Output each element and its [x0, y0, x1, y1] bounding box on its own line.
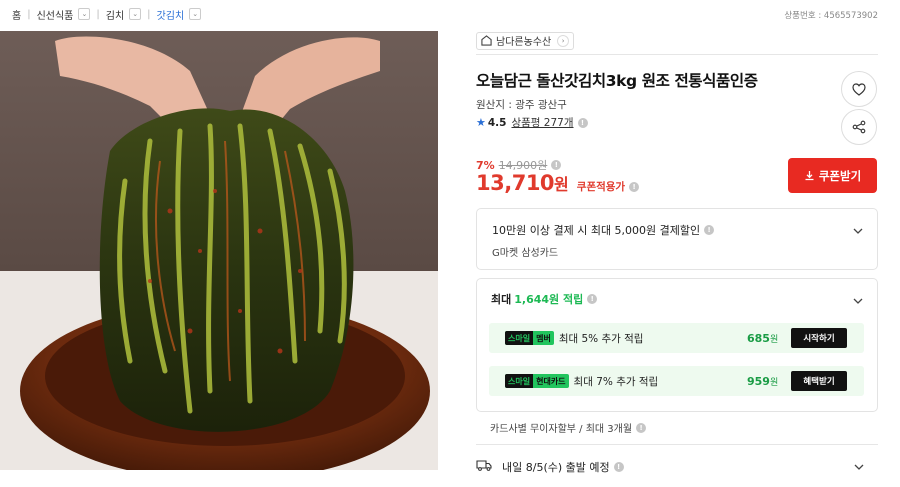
installment-info: 카드사별 무이자할부 / 최대 3개월 ! [490, 420, 647, 435]
divider [476, 444, 878, 445]
breadcrumb-separator: | [147, 8, 151, 20]
share-icon [852, 120, 866, 134]
smile-member-badge: 스마일 멤버 [505, 331, 554, 345]
seller-store-link[interactable]: 남다른농수산 › [476, 31, 575, 50]
coupon-price-label: 쿠폰적용가 [576, 181, 626, 193]
product-number: 상품번호 : 4565573902 [784, 11, 878, 21]
breadcrumb-gat-kimchi-label[interactable]: 갓김치 [157, 7, 185, 22]
breadcrumb-gat-kimchi[interactable]: 갓김치 ⌄ [157, 7, 202, 22]
reward-text: 최대 5% 추가 적립 [558, 332, 644, 345]
points-title: 최대 1,644원 적립 ! [491, 291, 598, 307]
product-rating: ★ 4.5 상품평 277개 ! [476, 115, 588, 130]
star-icon: ★ [476, 116, 486, 129]
product-image[interactable] [0, 31, 438, 470]
breadcrumb-separator: | [96, 8, 100, 20]
info-icon[interactable]: ! [551, 160, 562, 170]
card-benefit-card: G마켓 삼성카드 [492, 248, 559, 259]
sale-price: 13,710 [476, 171, 555, 195]
reward-amount: 685원 [747, 332, 778, 345]
breadcrumb-kimchi[interactable]: 김치 ⌄ [106, 7, 142, 22]
discount-rate: 7% [476, 158, 495, 172]
reward-amount-value: 959 [747, 374, 770, 388]
breadcrumb-kimchi-label[interactable]: 김치 [106, 7, 124, 22]
breadcrumb-fresh-food[interactable]: 신선식품 ⌄ [37, 7, 91, 22]
card-benefit-box[interactable]: 10만원 이상 결제 시 최대 5,000원 결제할인! G마켓 삼성카드 [476, 208, 878, 270]
smile-badge-label: 스마일 [505, 331, 534, 345]
smile-card-reward-row: 스마일 현대카드 최대 7% 추가 적립 959원 혜택받기 [489, 366, 864, 396]
get-benefit-button[interactable]: 혜택받기 [791, 371, 847, 391]
chevron-down-icon[interactable] [854, 462, 864, 472]
product-photo [0, 31, 438, 470]
installment-text: 카드사별 무이자할부 / 최대 3개월 [490, 424, 633, 435]
product-origin: 원산지 : 광주 광산구 [476, 99, 567, 111]
member-badge-label: 멤버 [536, 333, 551, 343]
reward-text: 최대 7% 추가 적립 [573, 375, 659, 388]
breadcrumb: 홈 | 신선식품 ⌄ | 김치 ⌄ | 갓김치 ⌄ [12, 6, 202, 22]
share-button[interactable] [841, 109, 877, 145]
info-icon[interactable]: ! [587, 294, 598, 304]
info-icon[interactable]: ! [629, 181, 640, 192]
rating-score: 4.5 [487, 116, 507, 129]
delivery-date: 내일 8/5(수) 출발 예정 [502, 461, 610, 474]
reward-amount-value: 685 [747, 331, 770, 345]
chevron-down-icon[interactable]: ⌄ [189, 8, 202, 20]
sale-price-unit: 원 [554, 175, 569, 194]
card-benefit-headline: 10만원 이상 결제 시 최대 5,000원 결제할인! [492, 222, 715, 238]
chevron-down-icon[interactable] [853, 226, 863, 236]
reward-amount: 959원 [747, 375, 778, 388]
product-info-panel: 남다른농수산 › 오늘담근 돌산갓김치3kg 원조 전통식품인증 원산지 : 광… [476, 31, 878, 474]
info-icon[interactable]: ! [577, 117, 588, 128]
info-icon[interactable]: ! [636, 422, 647, 433]
review-count-link[interactable]: 상품평 277개 [511, 115, 573, 130]
points-benefit-box: 최대 1,644원 적립 ! 스마일 멤버 최대 5% 추가 적립 685원 시작… [476, 278, 878, 412]
breadcrumb-home-label[interactable]: 홈 [12, 7, 21, 22]
truck-icon [476, 460, 492, 471]
card-benefit-text: 10만원 이상 결제 시 최대 5,000원 결제할인 [492, 224, 701, 237]
hyundai-card-badge-label: 현대카드 [536, 376, 566, 386]
smile-card-badge: 스마일 현대카드 [505, 374, 569, 388]
coupon-download-button[interactable]: 쿠폰받기 [788, 158, 877, 193]
info-icon[interactable]: ! [704, 225, 715, 235]
reward-amount-unit: 원 [769, 334, 779, 345]
start-membership-button[interactable]: 시작하기 [791, 328, 847, 348]
smile-member-reward-row: 스마일 멤버 최대 5% 추가 적립 685원 시작하기 [489, 323, 864, 353]
heart-icon [852, 82, 866, 96]
delivery-text: 내일 8/5(수) 출발 예정! [502, 459, 624, 475]
divider [476, 54, 878, 55]
chevron-down-icon[interactable]: ⌄ [78, 8, 91, 20]
breadcrumb-home[interactable]: 홈 [12, 7, 21, 22]
points-prefix: 최대 [491, 293, 512, 306]
price-row: 13,710 원 쿠폰적용가! [476, 171, 640, 195]
breadcrumb-fresh-food-label[interactable]: 신선식품 [37, 7, 74, 22]
seller-name[interactable]: 남다른농수산 [496, 33, 551, 48]
store-icon [481, 35, 492, 46]
wishlist-button[interactable] [841, 71, 877, 107]
chevron-down-icon[interactable] [853, 296, 863, 306]
coupon-button-label[interactable]: 쿠폰받기 [819, 168, 861, 184]
download-icon [805, 171, 814, 181]
info-icon[interactable]: ! [613, 462, 624, 472]
product-title: 오늘담근 돌산갓김치3kg 원조 전통식품인증 [476, 72, 758, 90]
smile-badge-label: 스마일 [505, 374, 534, 388]
reward-amount-unit: 원 [769, 377, 779, 388]
points-amount: 1,644원 적립 [514, 293, 584, 306]
chevron-down-icon[interactable]: ⌄ [129, 8, 142, 20]
chevron-right-icon[interactable]: › [557, 34, 570, 47]
coupon-price-note: 쿠폰적용가! [576, 179, 640, 194]
breadcrumb-separator: | [27, 8, 31, 20]
delivery-row[interactable]: 내일 8/5(수) 출발 예정! [476, 453, 878, 483]
